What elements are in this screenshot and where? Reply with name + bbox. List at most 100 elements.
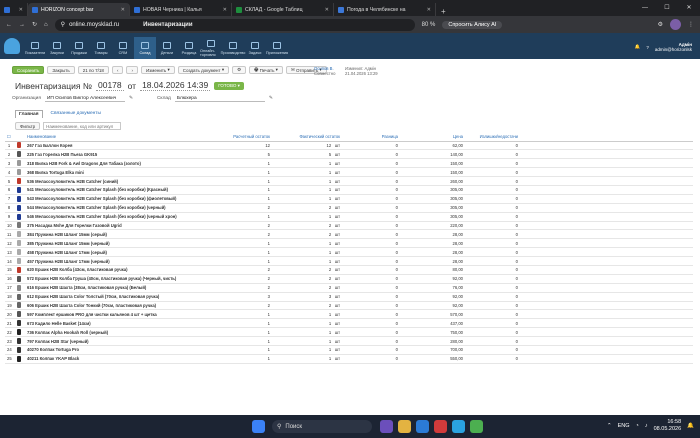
table-row[interactable]: 22 736 Колпак Alpha Hookah Roll (черный) 1… [5, 327, 693, 338]
fact-stock-cell[interactable]: 1 шт [272, 336, 342, 346]
fact-stock[interactable]: 1 [320, 259, 331, 264]
notification-bell-icon[interactable]: 🔔 [687, 423, 694, 429]
close-button[interactable]: Закрыть [47, 66, 75, 74]
fact-stock[interactable]: 1 [320, 161, 331, 166]
menu-icon[interactable]: ⋮ [688, 21, 694, 28]
product-name[interactable]: 597 Комплект ершиков PRO для чистки каль… [25, 309, 220, 320]
windows-start-icon[interactable] [252, 420, 265, 433]
fact-stock-cell[interactable]: 2 шт [272, 301, 342, 311]
store-field[interactable]: Блюхера [174, 95, 265, 102]
fact-stock[interactable]: 1 [320, 187, 331, 192]
nav-item[interactable]: Продажи [68, 37, 90, 59]
tab-close-icon[interactable]: ✕ [427, 7, 431, 13]
prev-icon[interactable]: ‹ [111, 66, 124, 74]
product-name[interactable]: 620 Ершик Н2В Колба (43см, пластиковая р… [25, 265, 220, 275]
fact-stock-cell[interactable]: 2 шт [272, 274, 342, 284]
product-name[interactable]: 797 Колпак Н2В Star (черный) [25, 336, 220, 346]
table-row[interactable]: 10 375 Насадка Mshe Для Горелки Газовой U… [5, 221, 693, 231]
table-row[interactable]: 24 40270 Колпак Tortuga Pro 1 1 шт 0 700,00 0 [5, 345, 693, 355]
nav-item[interactable]: Производство [221, 37, 245, 59]
org-edit-icon[interactable]: ✎ [129, 96, 133, 101]
table-row[interactable]: 17 616 Ершик Н2В Шахта (38см, пластиковая… [5, 283, 693, 293]
tab-close-icon[interactable]: ✕ [19, 7, 23, 13]
telegram-icon[interactable] [452, 420, 465, 433]
product-name[interactable]: 612 Ершик Н2В Шахта Color Толстый (70см,… [25, 292, 220, 302]
nav-item[interactable]: Роздица [178, 37, 200, 59]
table-row[interactable]: 5 536 Мелассоуловитель Н2В Catcher (синий… [5, 176, 693, 186]
fact-stock-cell[interactable]: 1 шт [272, 167, 342, 178]
nav-item[interactable]: Показатели [24, 37, 46, 59]
browser-tab[interactable]: НОВАЯ Черника | Калья ✕ [130, 3, 232, 16]
fact-stock-cell[interactable]: 1 шт [272, 327, 342, 338]
fact-stock-cell[interactable]: 1 шт [272, 185, 342, 195]
product-name[interactable]: 458 Пружина Н2В Шланг 17мм (серый) [25, 247, 220, 258]
tab-close-icon[interactable]: ✕ [223, 7, 227, 13]
help-icon[interactable]: ? [646, 45, 649, 50]
select-all-checkbox[interactable]: ☐ [5, 133, 13, 142]
document-date[interactable]: 18.04.2026 14:39 [140, 80, 211, 91]
table-row[interactable]: 16 572 Ершик Н2В Колба Груша (40см, пласт… [5, 274, 693, 284]
table-row[interactable]: 20 597 Комплект ершиков PRO для чистки ка… [5, 309, 693, 320]
clock[interactable]: 16:58 08.05.2026 [654, 419, 682, 433]
date-nav[interactable]: 21 по 7/18 [77, 66, 109, 74]
table-row[interactable]: 1 267 Газ Баллон Корея 12 12 шт 0 62,00 0 [5, 141, 693, 151]
fact-stock[interactable]: 1 [320, 179, 331, 184]
product-name[interactable]: 606 Ершик Н2В Шахта Color Тонкий (70см, … [25, 301, 220, 311]
browser-tab[interactable]: HORIZON concept bar ✕ [28, 3, 130, 16]
create-document-button[interactable]: Создать документ ▾ [177, 66, 230, 74]
product-name[interactable]: 541 Мелассоуловитель Н2В Catcher Splash … [25, 185, 220, 195]
app-icon-2[interactable] [470, 420, 483, 433]
nav-item[interactable]: Деньги [156, 37, 178, 59]
nav-item[interactable]: Онлайн-торговля [200, 37, 222, 59]
header-name[interactable]: Наименование [25, 133, 220, 142]
next-icon[interactable]: › [126, 66, 138, 74]
store-icon[interactable] [416, 420, 429, 433]
table-row[interactable]: 11 384 Пружина Н2В Шланг 15мм (серый) 2 2 ш… [5, 229, 693, 240]
header-calc[interactable]: Расчетный остаток [220, 133, 272, 142]
fact-stock-cell[interactable]: 1 шт [272, 194, 342, 204]
language-indicator[interactable]: ENG [618, 423, 630, 429]
maximize-icon[interactable]: ☐ [656, 0, 678, 16]
fact-stock-cell[interactable]: 1 шт [272, 238, 342, 249]
product-name[interactable]: 225 Газ Горелка Н2В Пьеза GK915 [25, 149, 220, 160]
product-name[interactable]: 544 Мелассоуловитель Н2В Catcher Splash … [25, 203, 220, 213]
product-name[interactable]: 384 Пружина Н2В Шланг 15мм (серый) [25, 229, 220, 240]
table-row[interactable]: 3 318 Вилка Н2В Fork & Awl Dragons Для Та… [5, 158, 693, 169]
save-button[interactable]: Сохранить [12, 66, 45, 74]
fact-stock[interactable]: 1 [320, 196, 331, 201]
file-explorer-icon[interactable] [398, 420, 411, 433]
product-name[interactable]: 368 Вилка Tortuga Elka mini [25, 167, 220, 178]
url-field[interactable]: ⚲ online.moysklad.ru Инвентаризации [54, 18, 415, 31]
table-row[interactable]: 6 541 Мелассоуловитель Н2В Catcher Splash… [5, 185, 693, 195]
product-name[interactable]: 536 Мелассоуловитель Н2В Catcher (синий) [25, 176, 220, 186]
fact-stock[interactable]: 2 [320, 205, 331, 210]
nav-item[interactable]: CRM [112, 37, 134, 59]
fact-stock[interactable]: 2 [320, 285, 331, 290]
fact-stock[interactable]: 2 [320, 303, 331, 308]
fact-stock-cell[interactable]: 2 шт [272, 283, 342, 293]
table-row[interactable]: 25 40211 Колпак YKAP Black 1 1 шт 0 550,00 0 [5, 354, 693, 364]
table-row[interactable]: 23 797 Колпак Н2В Star (черный) 1 1 шт 0 280,… [5, 336, 693, 346]
table-row[interactable]: 15 620 Ершик Н2В Колба (43см, пластиковая… [5, 265, 693, 275]
fact-stock-cell[interactable]: 2 шт [272, 229, 342, 240]
moysklad-logo-icon[interactable] [4, 38, 20, 54]
nav-item[interactable]: Товары [90, 37, 112, 59]
fact-stock[interactable]: 1 [320, 330, 331, 335]
product-name[interactable]: 616 Ершик Н2В Шахта (38см, пластиковая р… [25, 283, 220, 293]
fact-stock[interactable]: 1 [320, 250, 331, 255]
fact-stock-cell[interactable]: 12 шт [272, 141, 342, 151]
fact-stock[interactable]: 1 [320, 347, 331, 352]
fact-stock-cell[interactable]: 2 шт [272, 221, 342, 231]
extensions-icon[interactable]: ⚙ [658, 21, 663, 28]
ask-alice-button[interactable]: Спросить Алису AI [442, 20, 503, 29]
close-window-icon[interactable]: ✕ [678, 0, 700, 16]
change-button[interactable]: Изменить ▾ [140, 66, 175, 74]
tab-close-icon[interactable]: ✕ [325, 7, 329, 13]
table-row[interactable]: 13 458 Пружина Н2В Шланг 17мм (серый) 1 1 ш… [5, 247, 693, 258]
table-row[interactable]: 4 368 Вилка Tortuga Elka mini 1 1 шт 0 150,00… [5, 167, 693, 178]
volume-icon[interactable]: ♪ [645, 423, 648, 429]
fact-stock-cell[interactable]: 5 шт [272, 149, 342, 160]
fact-stock-cell[interactable]: 3 шт [272, 292, 342, 302]
org-field[interactable]: ИП Осипов Виктор Алексеевич [44, 95, 125, 102]
zoom-level[interactable]: 80 % [422, 22, 436, 28]
